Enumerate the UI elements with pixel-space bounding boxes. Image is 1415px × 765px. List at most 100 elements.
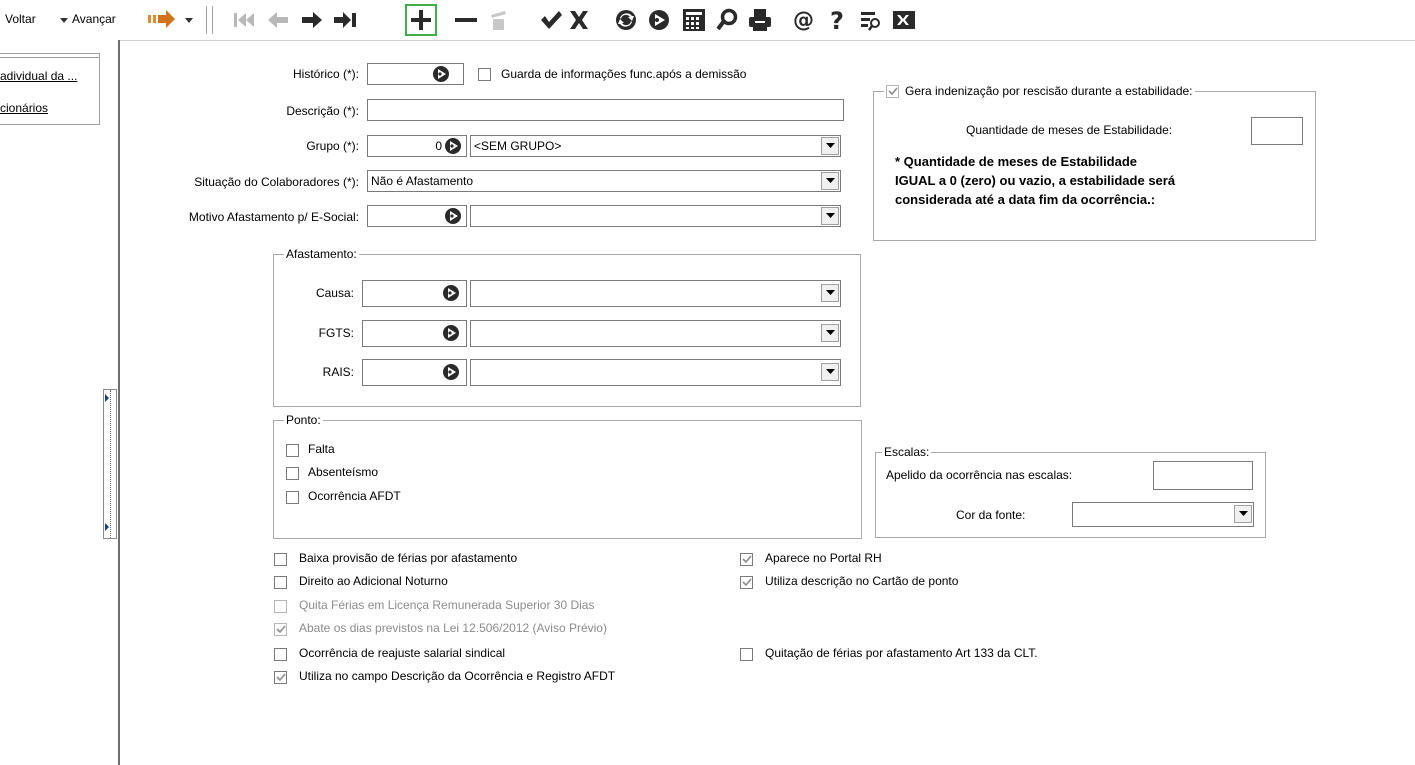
help-icon[interactable]: ?: [822, 4, 854, 36]
toolbar-separator: [206, 6, 210, 34]
descricao-label: Descrição (*):: [286, 104, 359, 118]
adicional-noturno-label: Direito ao Adicional Noturno: [299, 574, 448, 588]
estabilidade-note-line: IGUAL a 0 (zero) ou vazio, a estabilidad…: [895, 173, 1176, 188]
pane-divider: [99, 53, 100, 125]
rais-lookup-icon[interactable]: [442, 363, 460, 384]
causa-lookup-icon[interactable]: [442, 284, 460, 305]
next-record-icon[interactable]: [296, 4, 328, 36]
estabilidade-checkbox[interactable]: [886, 84, 899, 98]
expand-arrow-icon[interactable]: [105, 391, 110, 405]
baixa-provisao-checkbox[interactable]: [274, 553, 287, 566]
chevron-down-icon[interactable]: [821, 172, 839, 190]
expand-arrow-icon[interactable]: [105, 520, 110, 534]
apelido-label: Apelido da ocorrência nas escalas:: [886, 468, 1073, 482]
print-icon[interactable]: [744, 4, 776, 36]
guarda-checkbox[interactable]: [478, 68, 491, 81]
abate-dias-label: Abate os dias previstos na Lei 12.506/20…: [299, 621, 607, 635]
chevron-down-icon[interactable]: [1234, 505, 1252, 523]
utiliza-descricao-afdt-checkbox[interactable]: [274, 671, 287, 684]
ocorrencia-afdt-checkbox[interactable]: [286, 491, 299, 504]
last-record-icon[interactable]: [330, 4, 362, 36]
sidebar-item-funcionarios[interactable]: cionários: [0, 101, 48, 115]
portal-rh-checkbox[interactable]: [740, 553, 753, 566]
chevron-down-icon[interactable]: [821, 363, 839, 381]
grupo-label: Grupo (*):: [306, 139, 359, 153]
cartao-ponto-checkbox[interactable]: [740, 576, 753, 589]
search-icon[interactable]: [711, 4, 743, 36]
grupo-select[interactable]: <SEM GRUPO>: [470, 135, 841, 157]
delete-icon[interactable]: [482, 4, 514, 36]
refresh-icon[interactable]: [610, 4, 642, 36]
absenteismo-checkbox[interactable]: [286, 467, 299, 480]
abate-dias-checkbox[interactable]: [274, 623, 287, 636]
toolbar-separator: [212, 6, 216, 34]
rais-label: RAIS:: [322, 365, 354, 379]
afastamento-legend: Afastamento:: [286, 247, 357, 261]
historico-lookup-icon[interactable]: [432, 65, 450, 86]
apelido-input[interactable]: [1153, 461, 1253, 490]
forward-dropdown-icon[interactable]: [185, 13, 193, 27]
ocorrencia-afdt-label: Ocorrência AFDT: [308, 489, 401, 503]
quitacao-ferias-label: Quitação de férias por afastamento Art 1…: [765, 646, 1038, 660]
reajuste-sindical-checkbox[interactable]: [274, 648, 287, 661]
cor-fonte-label: Cor da fonte:: [956, 508, 1026, 522]
splitter-grip: [110, 390, 111, 538]
estabilidade-note-line: considerada até a data fim da ocorrência…: [895, 192, 1156, 207]
svg-text:?: ?: [830, 8, 844, 32]
ponto-legend: Ponto:: [286, 413, 321, 427]
motivo-lookup-icon[interactable]: [444, 207, 462, 228]
chevron-down-icon[interactable]: [821, 324, 839, 342]
estabilidade-legend-text: Gera indenização por rescisão durante a …: [905, 84, 1193, 98]
portal-rh-label: Aparece no Portal RH: [765, 551, 882, 565]
forward-arrow-icon[interactable]: [148, 10, 176, 31]
quita-ferias-label: Quita Férias em Licença Remunerada Super…: [299, 598, 595, 612]
pane-divider: [0, 57, 100, 58]
causa-select[interactable]: [470, 280, 841, 307]
pane-splitter[interactable]: [103, 389, 117, 539]
reajuste-sindical-label: Ocorrência de reajuste salarial sindical: [299, 646, 506, 660]
falta-label: Falta: [308, 442, 335, 456]
situacao-select-value: Não é Afastamento: [371, 174, 474, 188]
situacao-select[interactable]: Não é Afastamento: [367, 170, 841, 192]
cor-fonte-select[interactable]: [1072, 502, 1254, 527]
chevron-down-icon[interactable]: [821, 137, 839, 155]
estabilidade-meses-input[interactable]: [1251, 117, 1303, 145]
pane-divider: [0, 124, 100, 125]
remove-icon[interactable]: [450, 4, 482, 36]
first-record-icon[interactable]: [228, 4, 260, 36]
execute-icon[interactable]: [643, 4, 675, 36]
escalas-legend: Escalas:: [884, 445, 930, 459]
back-dropdown-icon[interactable]: [60, 13, 68, 27]
causa-label: Causa:: [315, 286, 354, 300]
descricao-input[interactable]: [367, 99, 844, 121]
quita-ferias-checkbox[interactable]: [274, 600, 287, 613]
filter-icon[interactable]: [855, 4, 887, 36]
chevron-down-icon[interactable]: [821, 284, 839, 302]
fgts-select[interactable]: [470, 320, 841, 347]
absenteismo-label: Absenteísmo: [308, 465, 379, 479]
fgts-lookup-icon[interactable]: [442, 324, 460, 345]
adicional-noturno-checkbox[interactable]: [274, 576, 287, 589]
motivo-select[interactable]: [470, 205, 841, 227]
chevron-down-icon[interactable]: [821, 207, 839, 225]
svg-text:@: @: [793, 8, 814, 32]
rais-select[interactable]: [470, 359, 841, 386]
add-icon[interactable]: [405, 4, 437, 36]
utiliza-descricao-afdt-label: Utiliza no campo Descrição da Ocorrência…: [299, 669, 616, 683]
sidebar-item-individual[interactable]: adividual da ...: [0, 69, 77, 83]
back-button[interactable]: Voltar: [5, 12, 36, 26]
cancel-icon[interactable]: [563, 4, 595, 36]
calculator-icon[interactable]: [678, 4, 710, 36]
estabilidade-meses-label: Quantidade de meses de Estabilidade:: [966, 123, 1173, 137]
guarda-label: Guarda de informações func.após a demiss…: [501, 67, 747, 81]
previous-record-icon[interactable]: [262, 4, 294, 36]
forward-button[interactable]: Avançar: [72, 12, 116, 26]
grupo-lookup-icon[interactable]: [444, 137, 462, 158]
navigation-pane: adividual da ... cionários: [0, 40, 120, 765]
email-icon[interactable]: @: [788, 4, 820, 36]
quitacao-ferias-checkbox[interactable]: [740, 648, 753, 661]
fgts-label: FGTS:: [318, 326, 354, 340]
excel-icon[interactable]: [888, 4, 920, 36]
falta-checkbox[interactable]: [286, 444, 299, 457]
estabilidade-note-line: * Quantidade de meses de Estabilidade: [895, 154, 1138, 169]
